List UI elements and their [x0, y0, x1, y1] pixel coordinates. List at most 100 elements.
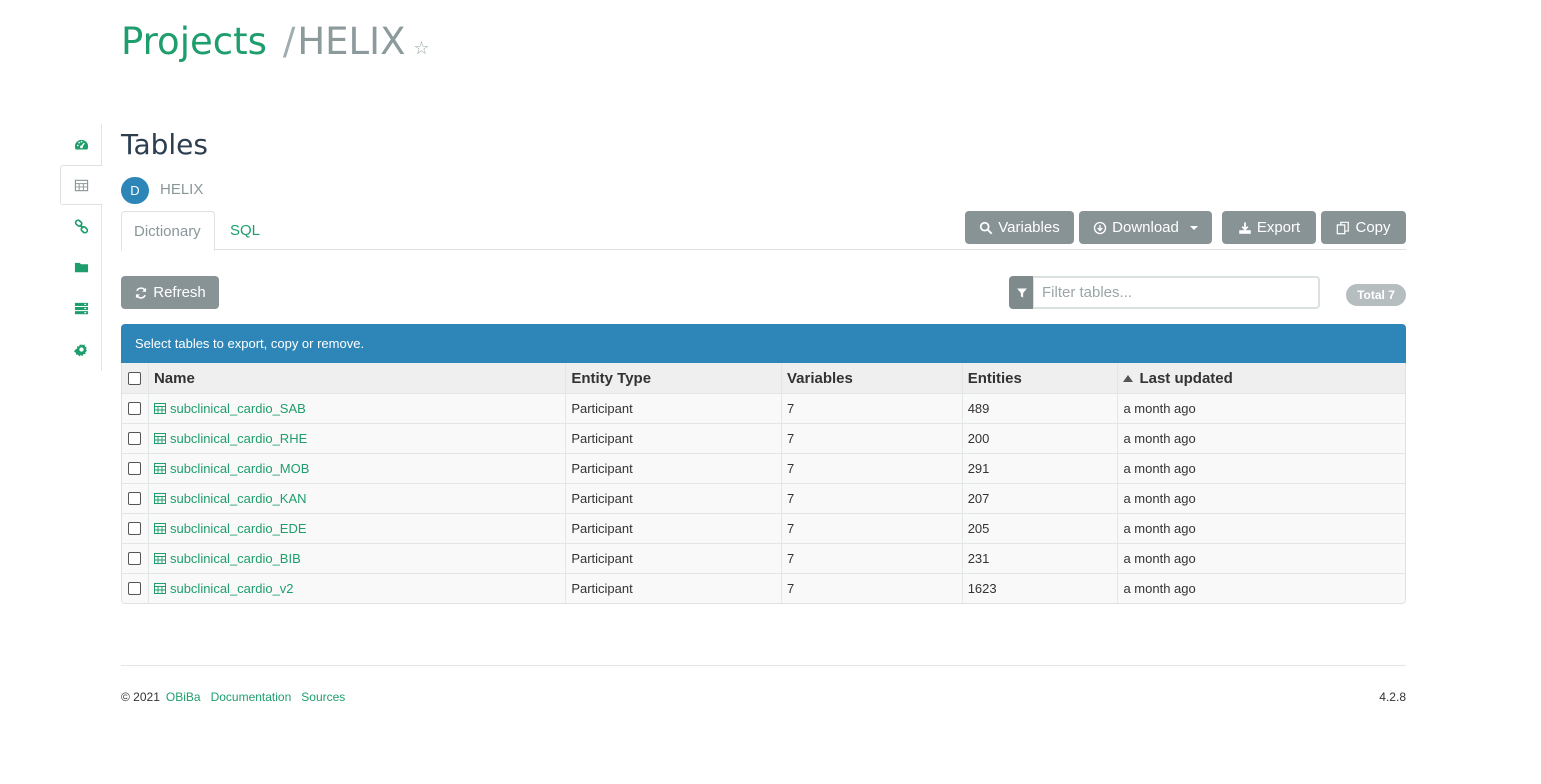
row-checkbox[interactable] [128, 402, 141, 415]
variables-cell: 7 [780, 574, 962, 603]
table-row: subclinical_cardio_KAN Participant 7 207 a m… [122, 483, 1405, 513]
table-name: subclinical_cardio_MOB [169, 461, 310, 476]
sources-link[interactable]: Sources [301, 690, 345, 704]
entities-cell: 489 [961, 394, 1118, 423]
table-icon [153, 583, 166, 594]
entities-cell: 231 [961, 544, 1118, 573]
table-name-link[interactable]: subclinical_cardio_SAB [153, 401, 306, 416]
table-name-link[interactable]: subclinical_cardio_v2 [153, 581, 294, 596]
table-name-link[interactable]: subclinical_cardio_MOB [153, 461, 310, 476]
entity-type-cell: Participant [565, 394, 781, 423]
download-button[interactable]: Download [1079, 211, 1212, 244]
tab-bar: Dictionary SQL [121, 211, 1406, 251]
copy-icon [1337, 221, 1350, 234]
star-icon[interactable]: ☆ [413, 38, 429, 59]
table-name: subclinical_cardio_SAB [169, 401, 306, 416]
table-header-row: Name Entity Type Variables Entities Last… [122, 363, 1405, 393]
tab-dictionary[interactable]: Dictionary [121, 211, 215, 251]
tables-icon[interactable] [60, 165, 103, 205]
last-updated-cell: a month ago [1117, 484, 1405, 513]
table-name-link[interactable]: subclinical_cardio_EDE [153, 521, 307, 536]
table-name-link[interactable]: subclinical_cardio_KAN [153, 491, 307, 506]
breadcrumb-projects-link[interactable]: Projects [121, 20, 267, 63]
table-name: subclinical_cardio_BIB [169, 551, 301, 566]
filter-tables-input[interactable] [1033, 276, 1320, 309]
info-message-bar: Select tables to export, copy or remove. [121, 324, 1406, 363]
column-header-variables[interactable]: Variables [780, 363, 962, 393]
datasource-name: HELIX [160, 181, 204, 198]
entities-cell: 207 [961, 484, 1118, 513]
column-header-entities[interactable]: Entities [961, 363, 1118, 393]
last-updated-cell: a month ago [1117, 454, 1405, 483]
table-row: subclinical_cardio_SAB Participant 7 489 a m… [122, 393, 1405, 423]
page-title: Tables [121, 128, 208, 161]
select-all-checkbox[interactable] [128, 371, 141, 385]
download-icon [1093, 221, 1107, 234]
refresh-button[interactable]: Refresh [121, 276, 219, 309]
row-checkbox[interactable] [128, 522, 141, 535]
table-row: subclinical_cardio_EDE Participant 7 205 a m… [122, 513, 1405, 543]
entities-cell: 1623 [961, 574, 1118, 603]
column-header-name[interactable]: Name [147, 363, 565, 393]
last-updated-cell: a month ago [1117, 394, 1405, 423]
entity-type-cell: Participant [565, 484, 781, 513]
datasource-badge: D [121, 177, 149, 204]
variables-cell: 7 [780, 424, 962, 453]
table-icon [153, 523, 166, 534]
table-name-link[interactable]: subclinical_cardio_BIB [153, 551, 301, 566]
sidebar [60, 124, 103, 371]
variables-cell: 7 [780, 394, 962, 423]
dashboard-icon[interactable] [60, 124, 102, 164]
footer-divider [121, 665, 1406, 666]
table-name: subclinical_cardio_v2 [169, 581, 294, 596]
table-icon [153, 403, 166, 414]
export-icon [1239, 221, 1251, 234]
entities-cell: 291 [961, 454, 1118, 483]
table-name-link[interactable]: subclinical_cardio_RHE [153, 431, 307, 446]
folder-icon[interactable] [60, 247, 102, 287]
copy-button[interactable]: Copy [1321, 211, 1406, 244]
table-row: subclinical_cardio_MOB Participant 7 291 a m… [122, 453, 1405, 483]
export-button-label: Export [1256, 219, 1301, 236]
table-icon [153, 433, 166, 444]
column-header-last-updated[interactable]: Last updated [1117, 363, 1405, 393]
export-button[interactable]: Export [1222, 211, 1316, 244]
row-checkbox[interactable] [128, 432, 141, 445]
refresh-button-label: Refresh [153, 284, 206, 301]
breadcrumb-separator: / [282, 20, 296, 63]
entity-type-cell: Participant [565, 454, 781, 483]
variables-button[interactable]: Variables [965, 211, 1074, 244]
variables-cell: 7 [780, 514, 962, 543]
entity-type-cell: Participant [565, 544, 781, 573]
last-updated-cell: a month ago [1117, 574, 1405, 603]
entity-type-cell: Participant [565, 574, 781, 603]
table-name: subclinical_cardio_EDE [169, 521, 307, 536]
breadcrumb: Projects / HELIX ☆ [121, 20, 430, 68]
column-header-entity-type[interactable]: Entity Type [565, 363, 781, 393]
storage-icon[interactable] [60, 288, 102, 328]
table-row: subclinical_cardio_BIB Participant 7 231 a m… [122, 543, 1405, 573]
variables-cell: 7 [780, 544, 962, 573]
entity-type-cell: Participant [565, 424, 781, 453]
tables-table: Name Entity Type Variables Entities Last… [121, 363, 1406, 604]
breadcrumb-current: HELIX [297, 20, 406, 63]
variables-button-label: Variables [998, 219, 1060, 236]
gear-icon[interactable] [60, 329, 102, 369]
last-updated-cell: a month ago [1117, 514, 1405, 543]
table-row: subclinical_cardio_v2 Participant 7 1623 a m… [122, 573, 1405, 603]
last-updated-cell: a month ago [1117, 544, 1405, 573]
column-header-last-updated-label: Last updated [1139, 369, 1233, 387]
total-count-badge: Total 7 [1346, 284, 1406, 306]
row-checkbox[interactable] [128, 582, 141, 595]
tab-sql[interactable]: SQL [218, 211, 272, 250]
row-checkbox[interactable] [128, 492, 141, 505]
variables-cell: 7 [780, 454, 962, 483]
obiba-link[interactable]: OBiBa [166, 690, 201, 704]
documentation-link[interactable]: Documentation [211, 690, 292, 704]
caret-down-icon [1189, 225, 1198, 230]
link-icon[interactable] [60, 206, 102, 246]
row-checkbox[interactable] [128, 462, 141, 475]
row-checkbox[interactable] [128, 552, 141, 565]
search-icon [980, 221, 993, 234]
entity-type-cell: Participant [565, 514, 781, 543]
